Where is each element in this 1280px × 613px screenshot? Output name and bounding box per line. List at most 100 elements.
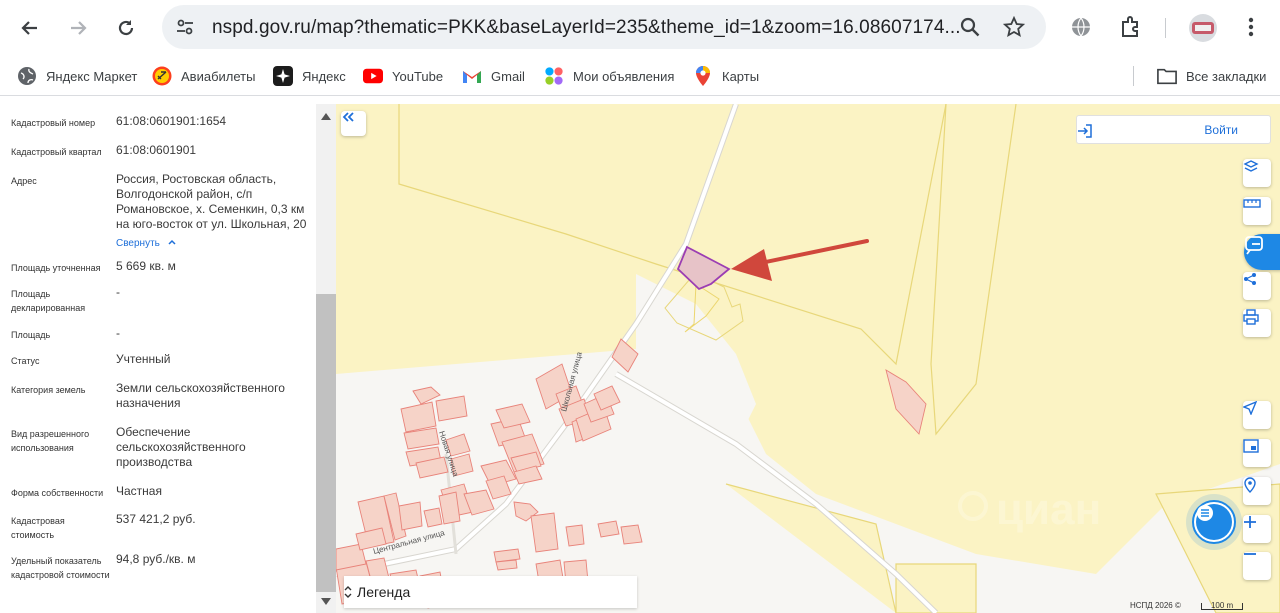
- share-icon: [1244, 273, 1256, 285]
- reload-icon: [118, 20, 134, 36]
- address-bar[interactable]: nspd.gov.ru/map?thematic=PKK&baseLayerId…: [162, 5, 1046, 49]
- map-attribution: НСПД 2026 © 100 m: [1130, 601, 1244, 610]
- row-value: 94,8 руб./кв. м: [116, 552, 196, 566]
- row-value: Россия, Ростовская область, Волгодонской…: [116, 172, 307, 231]
- bookmark-label: Яндекс Маркет: [46, 68, 138, 84]
- zoom-out-button[interactable]: [1243, 552, 1271, 580]
- zoom-icon[interactable]: [959, 16, 981, 38]
- row-label: Кадастровый квартал: [11, 147, 102, 157]
- row-label: Статус: [11, 356, 40, 366]
- pointer-arrow: [731, 239, 869, 281]
- bookmark-label: YouTube: [392, 68, 444, 84]
- row-label: Кадастровый номер: [11, 118, 96, 128]
- legend-label: Легенда: [357, 584, 411, 600]
- bookmark-yandex[interactable]: Яндекс: [273, 64, 346, 88]
- panel-scrollbar[interactable]: [316, 104, 336, 613]
- all-bookmarks[interactable]: Все закладки: [1157, 64, 1266, 88]
- row-label: Площадь декларированная: [11, 289, 86, 313]
- printer-icon: [1243, 309, 1259, 325]
- collapse-link-text[interactable]: Свернуть: [116, 238, 160, 249]
- bookmark-youtube[interactable]: YouTube: [363, 64, 443, 88]
- measure-button[interactable]: [1243, 197, 1271, 225]
- row-value: -: [116, 326, 120, 340]
- collapse-link[interactable]: Свернуть: [116, 235, 311, 249]
- yandex-icon: [273, 66, 293, 86]
- browser-toolbar: nspd.gov.ru/map?thematic=PKK&baseLayerId…: [0, 0, 1280, 56]
- bookmark-moi-obyavleniya[interactable]: Мои объявления: [544, 64, 674, 88]
- maps-pin-icon: [696, 66, 710, 86]
- bookmark-star-icon[interactable]: [1003, 16, 1025, 38]
- arrow-right-icon: [71, 21, 87, 35]
- double-chevron-left-icon: [342, 112, 354, 122]
- legend-dropdown[interactable]: Легенда: [344, 576, 637, 608]
- row-value: Учтенный: [116, 352, 171, 366]
- minimap-icon: [1243, 439, 1259, 453]
- forward-button[interactable]: [60, 10, 96, 46]
- bookmark-yandex-market[interactable]: Яндекс Маркет: [17, 64, 137, 88]
- watermark-text: циан: [996, 485, 1101, 534]
- scroll-thumb[interactable]: [316, 294, 336, 592]
- toolbar-divider: [1165, 18, 1166, 38]
- layers-button[interactable]: [1243, 159, 1271, 187]
- url-text: nspd.gov.ru/map?thematic=PKK&baseLayerId…: [212, 17, 961, 38]
- share-button[interactable]: [1243, 272, 1271, 300]
- scale-bar: 100 m: [1201, 602, 1244, 610]
- avatar[interactable]: [1189, 14, 1217, 42]
- parcel-info-panel: Кадастровый номер 61:08:0601901:1654 Кад…: [0, 104, 336, 613]
- chevron-up-icon: [168, 239, 176, 245]
- minus-icon: [1244, 553, 1256, 555]
- bookmark-karty[interactable]: Карты: [693, 64, 759, 88]
- selected-parcel[interactable]: [676, 245, 731, 291]
- copyright-text: НСПД 2026 ©: [1130, 601, 1181, 610]
- scroll-down-icon[interactable]: [321, 598, 331, 606]
- location-search-button[interactable]: [1243, 477, 1271, 505]
- dots-icon: [545, 67, 563, 85]
- zoom-in-button[interactable]: [1243, 515, 1271, 543]
- row-label: Площадь: [11, 330, 51, 340]
- plus-icon: [1244, 516, 1256, 528]
- bookmark-aviabilety[interactable]: Авиабилеты: [152, 64, 255, 88]
- ruler-icon: [1243, 199, 1261, 208]
- bookmark-gmail[interactable]: Gmail: [462, 64, 525, 88]
- map-layer: циан Новая улица Школьная улица Централь…: [336, 104, 1280, 613]
- message-icon: [1197, 505, 1213, 521]
- collapse-panel-button[interactable]: [341, 111, 366, 136]
- location-pin-icon: [1244, 477, 1256, 493]
- folder-icon: [1157, 68, 1177, 85]
- row-label: Форма собственности: [11, 488, 104, 498]
- row-label: Вид разрешенного использования: [11, 429, 90, 453]
- chat-widget-button[interactable]: [1244, 234, 1280, 270]
- row-value: 537 421,2 руб.: [116, 512, 196, 526]
- login-button[interactable]: Войти: [1076, 115, 1271, 144]
- more-menu-icon[interactable]: [1243, 15, 1259, 39]
- globe-icon: [18, 67, 36, 85]
- site-settings-icon: [177, 19, 193, 35]
- bookmark-label: Яндекс: [302, 68, 346, 84]
- cian-watermark: циан: [958, 485, 1101, 534]
- row-value: -: [116, 285, 120, 299]
- minimap-button[interactable]: [1243, 439, 1271, 467]
- gmail-icon: [463, 71, 481, 83]
- bookmarks-bar: Яндекс Маркет Авиабилеты Яндекс YouTube …: [0, 56, 1280, 96]
- row-label: Адрес: [11, 176, 37, 186]
- row-label: Площадь уточненная: [11, 263, 101, 273]
- row-label: Кадастровая стоимость: [11, 516, 65, 540]
- row-value: 61:08:0601901: [116, 143, 197, 157]
- bookmark-label: Авиабилеты: [181, 68, 256, 84]
- row-value: Обеспечение сельскохозяйственного произв…: [116, 425, 246, 469]
- geolocation-button[interactable]: [1243, 401, 1271, 429]
- bookmark-label: Gmail: [491, 68, 525, 84]
- bookmark-label: Мои объявления: [573, 68, 675, 84]
- layers-icon: [1243, 160, 1259, 172]
- map-canvas[interactable]: циан Новая улица Школьная улица Централь…: [336, 104, 1280, 613]
- translate-globe-icon[interactable]: [1070, 16, 1092, 38]
- row-value: 5 669 кв. м: [116, 259, 176, 273]
- back-button[interactable]: [12, 10, 48, 46]
- print-button[interactable]: [1243, 309, 1271, 337]
- login-icon: [1078, 124, 1092, 138]
- reload-button[interactable]: [108, 10, 144, 46]
- row-label: Категория земель: [11, 385, 86, 395]
- scroll-up-icon[interactable]: [321, 112, 331, 120]
- support-chat-button[interactable]: [1186, 494, 1242, 550]
- extensions-icon[interactable]: [1119, 15, 1143, 39]
